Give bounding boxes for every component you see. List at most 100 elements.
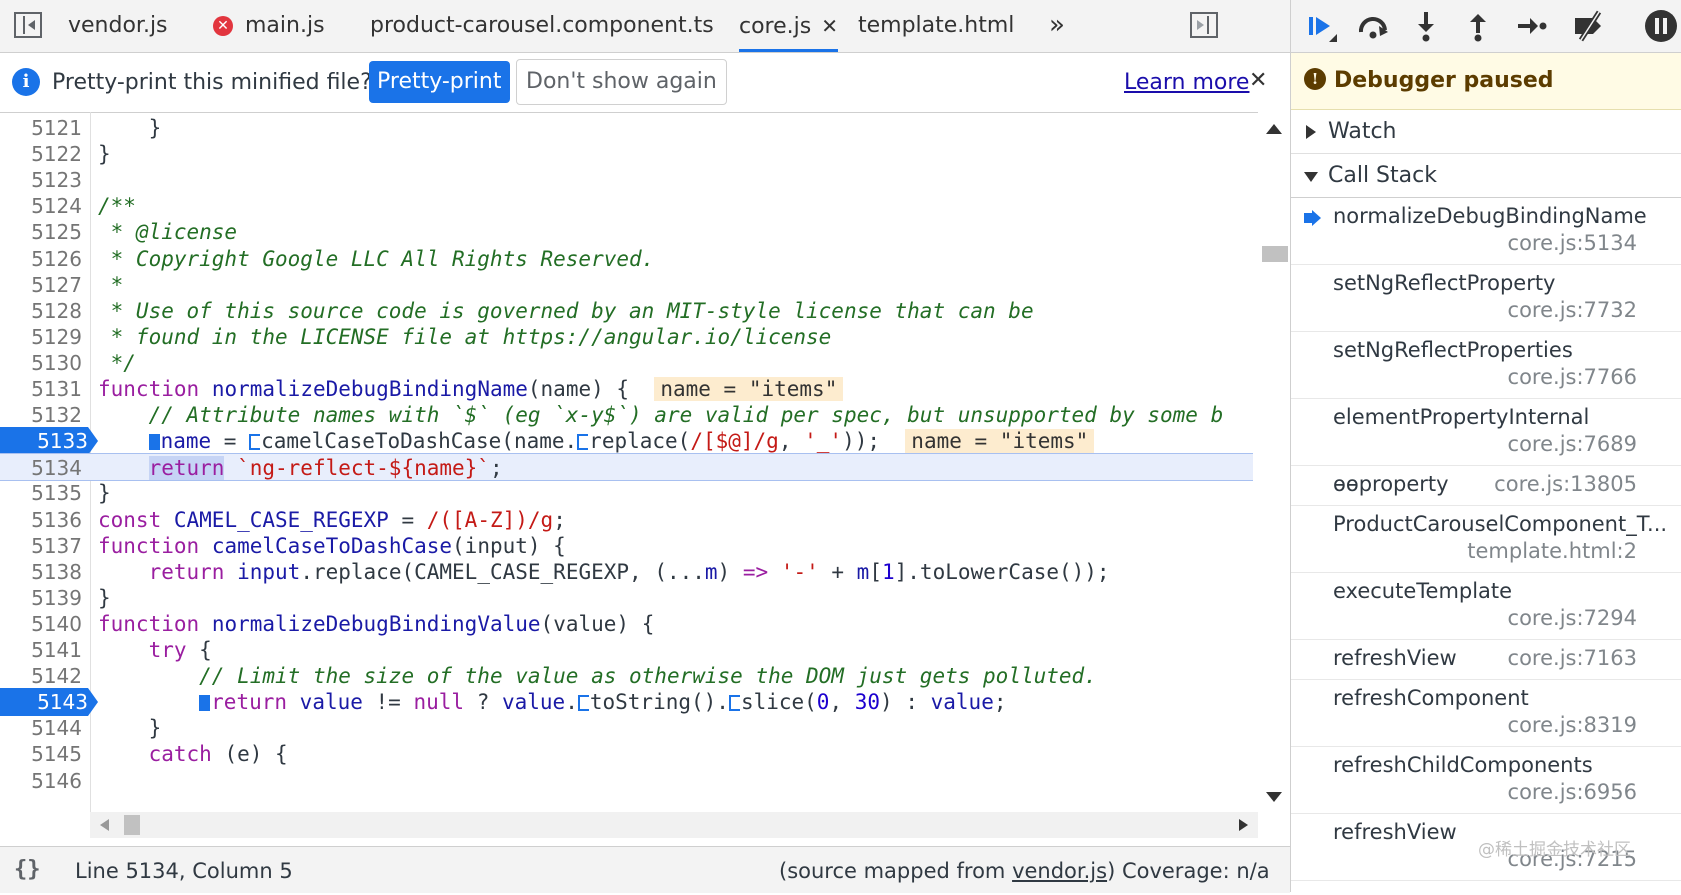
call-stack-frame[interactable]: normalizeDebugBindingName core.js:5134	[1291, 198, 1681, 265]
pretty-print-button[interactable]: Pretty-print	[369, 61, 510, 103]
scroll-thumb[interactable]	[1262, 246, 1288, 262]
line-number[interactable]: 5136	[0, 506, 82, 534]
frame-location-link[interactable]: core.js:6956	[1508, 780, 1637, 804]
code-line[interactable]: 5145 catch (e) {	[0, 740, 1253, 768]
horizontal-scrollbar[interactable]	[90, 812, 1258, 838]
code-view[interactable]: 5121 } 5122} 5123 5124/** 5125 * @license 512…	[0, 112, 1253, 812]
frame-location-link[interactable]: core.js:7294	[1508, 606, 1637, 630]
vertical-scrollbar[interactable]	[1258, 112, 1290, 812]
code-line[interactable]: 5140 function normalizeDebugBindingValue(…	[0, 610, 1253, 638]
scroll-thumb[interactable]	[124, 815, 140, 835]
line-number[interactable]: 5122	[0, 140, 82, 168]
tab-main-js[interactable]: ✕ main.js	[213, 0, 325, 52]
line-number[interactable]: 5123	[0, 166, 82, 194]
line-number[interactable]: 5137	[0, 532, 82, 560]
line-number[interactable]: 5140	[0, 610, 82, 638]
line-number[interactable]: 5126	[0, 245, 82, 273]
step-into-icon[interactable]	[1408, 8, 1444, 44]
line-number[interactable]: 5138	[0, 558, 82, 586]
code-line[interactable]: 5135}	[0, 479, 1253, 507]
call-stack-frame[interactable]: setNgReflectProperties core.js:7766	[1291, 332, 1681, 399]
call-stack-frame[interactable]: setNgReflectProperty core.js:7732	[1291, 265, 1681, 332]
tab-template-html[interactable]: template.html	[858, 0, 1014, 52]
line-number[interactable]: 5142	[0, 662, 82, 690]
line-number[interactable]: 5128	[0, 297, 82, 325]
frame-location-link[interactable]: core.js:8319	[1508, 713, 1637, 737]
code-line[interactable]: 5126 * Copyright Google LLC All Rights R…	[0, 245, 1253, 273]
code-line[interactable]: 5136 const CAMEL_CASE_REGEXP = /([A-Z])/g…	[0, 506, 1253, 534]
call-stack-frame[interactable]: elementPropertyInternal core.js:7689	[1291, 399, 1681, 466]
code-line[interactable]: 5127 *	[0, 271, 1253, 299]
scroll-left-icon[interactable]	[100, 819, 109, 831]
breakpoint-marker[interactable]: 5143	[0, 688, 98, 717]
frame-location-link[interactable]: core.js:7732	[1508, 298, 1637, 322]
line-number[interactable]: 5129	[0, 323, 82, 351]
deactivate-breakpoints-icon[interactable]	[1571, 8, 1607, 44]
frame-location-link[interactable]: core.js:5134	[1508, 231, 1637, 255]
code-line[interactable]: 5121 }	[0, 114, 1253, 142]
code-line[interactable]: 5124 /**	[0, 192, 1253, 220]
pretty-print-braces-icon[interactable]: {}	[14, 847, 41, 893]
source-map-link[interactable]: vendor.js	[1012, 859, 1107, 883]
frame-location-link[interactable]: core.js:7766	[1508, 365, 1637, 389]
code-line[interactable]: 5129 * found in the LICENSE file at http…	[0, 323, 1253, 351]
code-line[interactable]: 5141 try {	[0, 636, 1253, 664]
frame-location-link[interactable]: core.js:7689	[1508, 432, 1637, 456]
line-number[interactable]: 5121	[0, 114, 82, 142]
line-number[interactable]: 5124	[0, 192, 82, 220]
call-stack-frame[interactable]: refreshChildComponents core.js:6956	[1291, 747, 1681, 814]
pause-on-exceptions-icon[interactable]	[1643, 8, 1679, 44]
line-number[interactable]: 5134	[0, 454, 82, 482]
code-line-breakpoint[interactable]: 5133 name = camelCaseToDashCase(name. rep…	[0, 427, 1253, 456]
resume-icon[interactable]	[1303, 8, 1339, 44]
line-number[interactable]: 5139	[0, 584, 82, 612]
line-number[interactable]: 5145	[0, 740, 82, 768]
code-line[interactable]: 5123	[0, 166, 1253, 194]
line-number[interactable]: 5144	[0, 714, 82, 742]
line-number[interactable]: 5132	[0, 401, 82, 429]
scroll-down-icon[interactable]	[1266, 792, 1282, 802]
watch-section-header[interactable]: Watch	[1291, 110, 1681, 154]
frame-location-link[interactable]: template.html:2	[1467, 539, 1637, 563]
code-line[interactable]: 5139}	[0, 584, 1253, 612]
code-line[interactable]: 5131 function normalizeDebugBindingName(n…	[0, 375, 1253, 403]
learn-more-link[interactable]: Learn more	[1124, 53, 1249, 112]
code-line[interactable]: 5142 // Limit the size of the value as o…	[0, 662, 1253, 690]
breakpoint-marker[interactable]: 5133	[0, 427, 98, 456]
code-line[interactable]: 5146	[0, 767, 1253, 795]
code-line-breakpoint[interactable]: 5143 return value != null ? value. toStri…	[0, 688, 1253, 717]
code-line[interactable]: 5128 * Use of this source code is govern…	[0, 297, 1253, 325]
frame-location-link[interactable]: core.js:13805	[1494, 472, 1637, 496]
call-stack-section-header[interactable]: Call Stack	[1291, 154, 1681, 198]
call-stack-frame[interactable]: ProductCarouselComponent_T... template.ht…	[1291, 506, 1681, 573]
close-tab-icon[interactable]: ✕	[821, 14, 838, 38]
code-line[interactable]: 5138 return input.replace(CAMEL_CASE_REG…	[0, 558, 1253, 586]
code-line[interactable]: 5132 // Attribute names with `$` (eg `x-…	[0, 401, 1253, 429]
code-line[interactable]: 5137 function camelCaseToDashCase(input) …	[0, 532, 1253, 560]
call-stack-frame[interactable]: ɵɵproperty core.js:13805	[1291, 466, 1681, 506]
code-line[interactable]: 5122}	[0, 140, 1253, 168]
code-line[interactable]: 5130 */	[0, 349, 1253, 377]
line-number[interactable]: 5127	[0, 271, 82, 299]
scroll-right-icon[interactable]	[1239, 819, 1248, 831]
scroll-up-icon[interactable]	[1266, 124, 1282, 134]
call-stack-frame[interactable]: refreshView core.js:7163	[1291, 640, 1681, 680]
call-stack-frame[interactable]: refreshComponent core.js:8319	[1291, 680, 1681, 747]
call-stack-frame[interactable]: executeTemplate core.js:7294	[1291, 573, 1681, 640]
line-number[interactable]: 5131	[0, 375, 82, 403]
dont-show-again-button[interactable]: Don't show again	[516, 59, 727, 105]
step-out-icon[interactable]	[1460, 8, 1496, 44]
step-icon[interactable]	[1512, 8, 1548, 44]
code-line[interactable]: 5144 }	[0, 714, 1253, 742]
more-tabs-icon[interactable]: »	[1049, 0, 1065, 52]
close-infobar-icon[interactable]: ✕	[1249, 53, 1267, 109]
step-over-icon[interactable]	[1355, 8, 1391, 44]
toggle-debugger-icon[interactable]	[1190, 12, 1218, 38]
line-number[interactable]: 5141	[0, 636, 82, 664]
tab-product-carousel-component-ts[interactable]: product-carousel.component.ts	[370, 0, 714, 52]
toggle-navigator-icon[interactable]	[14, 12, 42, 38]
line-number[interactable]: 5146	[0, 767, 82, 795]
line-number[interactable]: 5125	[0, 218, 82, 246]
line-number[interactable]: 5130	[0, 349, 82, 377]
code-line[interactable]: 5125 * @license	[0, 218, 1253, 246]
